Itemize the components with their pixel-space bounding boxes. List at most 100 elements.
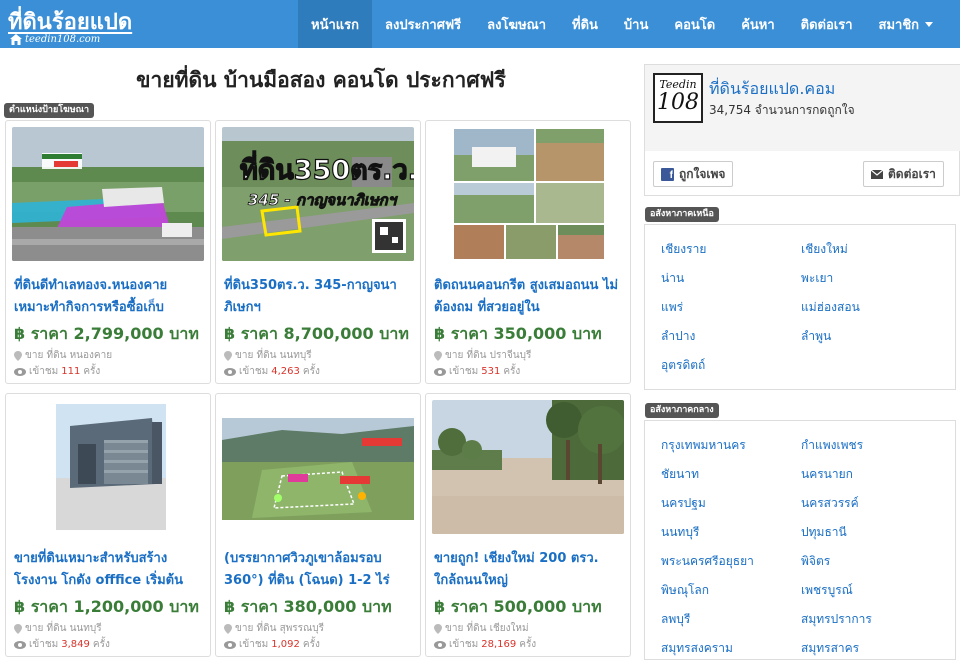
caret-down-icon: [925, 21, 934, 27]
province-link[interactable]: พิจิตร: [801, 547, 941, 576]
province-link[interactable]: เชียงใหม่: [801, 235, 941, 264]
eye-icon: [434, 640, 446, 649]
province-link[interactable]: เพชรบูรณ์: [801, 576, 941, 605]
province-link[interactable]: น่าน: [661, 264, 801, 293]
views-unit: ครั้ง: [302, 639, 320, 650]
listing-location: ขาย ที่ดิน หนองคาย: [14, 348, 112, 363]
listing-photo[interactable]: ที่ดิน350ตร.ว. 345 - กาญจนาภิเษกฯ: [222, 127, 414, 261]
listing-location-text: ขาย ที่ดิน เชียงใหม่: [445, 623, 529, 634]
fb-page-name[interactable]: ที่ดินร้อยแปด.คอม: [709, 77, 835, 102]
listing-card[interactable]: (บรรยากาศวิวภูเขาล้อมรอบ 360°) ที่ดิน (โ…: [215, 393, 421, 657]
views-unit: ครั้ง: [503, 366, 521, 377]
photo-overlay-road: 345 - กาญจนาภิเษกฯ: [248, 191, 398, 209]
listing-title[interactable]: (บรรยากาศวิวภูเขาล้อมรอบ 360°) ที่ดิน (โ…: [224, 548, 414, 592]
nav-home[interactable]: หน้าแรก: [298, 0, 372, 48]
fb-like-label: ถูกใจเพจ: [679, 166, 726, 181]
map-pin-icon: [14, 623, 22, 634]
fb-like-page-button[interactable]: f ถูกใจเพจ: [653, 161, 734, 187]
province-link[interactable]: กำแพงเพชร: [801, 431, 941, 460]
fb-contact-button[interactable]: ติดต่อเรา: [863, 161, 944, 187]
fb-like-count: 34,754 จำนวนการกดถูกใจ: [709, 103, 855, 117]
photo-overlay-big: ที่ดิน350ตร.ว.: [240, 150, 414, 186]
listing-photo[interactable]: [12, 400, 204, 534]
views-label: เข้าชม: [29, 639, 59, 650]
listing-card[interactable]: ขายถูก! เชียงใหม่ 200 ตรว. ใกล้ถนนใหญ่ ฿…: [425, 393, 631, 657]
nav-house[interactable]: บ้าน: [611, 0, 661, 48]
province-link[interactable]: นครสวรรค์: [801, 489, 941, 518]
nav-advertise[interactable]: ลงโฆษณา: [474, 0, 559, 48]
views-label: เข้าชม: [449, 366, 479, 377]
views-label: เข้าชม: [239, 639, 269, 650]
province-link[interactable]: สมุทรสงคราม: [661, 634, 801, 663]
views-unit: ครั้ง: [92, 639, 110, 650]
province-link[interactable]: แม่ฮ่องสอน: [801, 293, 941, 322]
listing-title[interactable]: ขายที่ดินเหมาะสำหรับสร้างโรงงาน โกดัง of…: [14, 548, 204, 592]
north-region-panel: เชียงราย เชียงใหม่ น่าน พะเยา แพร่ แม่ฮ่…: [644, 224, 956, 390]
province-link[interactable]: ชัยนาท: [661, 460, 801, 489]
province-link[interactable]: นครนายก: [801, 460, 941, 489]
map-pin-icon: [434, 623, 442, 634]
province-link[interactable]: สมุทรปราการ: [801, 605, 941, 634]
main-nav: หน้าแรก ลงประกาศฟรี ลงโฆษณา ที่ดิน บ้าน …: [298, 0, 946, 48]
province-link[interactable]: ปทุมธานี: [801, 518, 941, 547]
nav-condo[interactable]: คอนโด: [661, 0, 728, 48]
province-link[interactable]: ลำพูน: [801, 322, 941, 351]
province-link[interactable]: ลพบุรี: [661, 605, 801, 634]
views-count: 1,092: [271, 639, 300, 650]
listing-location: ขาย ที่ดิน สุพรรณบุรี: [224, 621, 324, 636]
top-navbar: ที่ดินร้อยแปด teedin108.com หน้าแรก ลงปร…: [0, 0, 960, 48]
listing-price: ฿ ราคา 500,000 บาท: [434, 597, 602, 616]
province-link[interactable]: กรุงเทพมหานคร: [661, 431, 801, 460]
listing-views: เข้าชม 111 ครั้ง: [14, 364, 100, 379]
listing-photo[interactable]: [222, 400, 414, 534]
fb-page-avatar[interactable]: Teedin 108: [653, 73, 703, 123]
listing-photo[interactable]: [432, 127, 624, 261]
listing-title[interactable]: ที่ดินดีทำเลทองจ.หนองคาย เหมาะทำกิจการหร…: [14, 275, 204, 319]
province-link[interactable]: อุตรดิตถ์: [661, 351, 801, 380]
views-label: เข้าชม: [29, 366, 59, 377]
province-link[interactable]: เชียงราย: [661, 235, 801, 264]
map-pin-icon: [14, 350, 22, 361]
listing-views: เข้าชม 531 ครั้ง: [434, 364, 520, 379]
province-link[interactable]: พิษณุโลก: [661, 576, 801, 605]
central-province-list: กรุงเทพมหานคร กำแพงเพชร ชัยนาท นครนายก น…: [661, 431, 951, 663]
province-link[interactable]: พะเยา: [801, 264, 941, 293]
listing-location-text: ขาย ที่ดิน นนทบุรี: [235, 350, 312, 361]
listing-location: ขาย ที่ดิน เชียงใหม่: [434, 621, 529, 636]
listing-card[interactable]: ที่ดิน350ตร.ว. 345 - กาญจนาภิเษกฯ ที่ดิน…: [215, 120, 421, 384]
nav-search[interactable]: ค้นหา: [728, 0, 787, 48]
fb-contact-label: ติดต่อเรา: [888, 166, 936, 181]
nav-member-label: สมาชิก: [878, 17, 920, 33]
home-icon: [10, 33, 22, 45]
listing-card[interactable]: ขายที่ดินเหมาะสำหรับสร้างโรงงาน โกดัง of…: [5, 393, 211, 657]
listing-price: ฿ ราคา 380,000 บาท: [224, 597, 392, 616]
ad-section-tag: ตำแหน่งป้ายโฆษณา: [4, 103, 95, 118]
listing-card[interactable]: ที่ดินดีทำเลทองจ.หนองคาย เหมาะทำกิจการหร…: [5, 120, 211, 384]
listing-title[interactable]: ขายถูก! เชียงใหม่ 200 ตรว. ใกล้ถนนใหญ่: [434, 548, 624, 592]
central-region-tag: อสังหาภาคกลาง: [645, 403, 719, 418]
listing-price: ฿ ราคา 8,700,000 บาท: [224, 324, 409, 343]
province-link[interactable]: ลำปาง: [661, 322, 801, 351]
province-link[interactable]: นครปฐม: [661, 489, 801, 518]
listing-photo[interactable]: [12, 127, 204, 261]
province-link[interactable]: นนทบุรี: [661, 518, 801, 547]
central-region-panel: กรุงเทพมหานคร กำแพงเพชร ชัยนาท นครนายก น…: [644, 420, 956, 660]
views-unit: ครั้ง: [519, 639, 537, 650]
site-logo[interactable]: ที่ดินร้อยแปด teedin108.com: [8, 4, 138, 46]
listing-card[interactable]: ติดถนนคอนกรีต สูงเสมอถนน ไม่ต้องถม ที่สว…: [425, 120, 631, 384]
nav-contact[interactable]: ติดต่อเรา: [788, 0, 866, 48]
province-link[interactable]: แพร่: [661, 293, 801, 322]
views-label: เข้าชม: [239, 366, 269, 377]
listing-location: ขาย ที่ดิน นนทบุรี: [14, 621, 102, 636]
province-link[interactable]: สมุทรสาคร: [801, 634, 941, 663]
listing-title[interactable]: ติดถนนคอนกรีต สูงเสมอถนน ไม่ต้องถม ที่สว…: [434, 275, 624, 319]
nav-land[interactable]: ที่ดิน: [559, 0, 611, 48]
views-unit: ครั้ง: [302, 366, 320, 377]
nav-member-dropdown[interactable]: สมาชิก: [866, 0, 947, 48]
facebook-page-widget: Teedin 108 ที่ดินร้อยแปด.คอม 34,754 จำนว…: [644, 64, 960, 196]
listing-title[interactable]: ที่ดิน350ตร.ว. 345-กาญจนาภิเษกฯ: [224, 275, 414, 319]
nav-free-post[interactable]: ลงประกาศฟรี: [372, 0, 474, 48]
listing-photo[interactable]: [432, 400, 624, 534]
province-link[interactable]: พระนครศรีอยุธยา: [661, 547, 801, 576]
listing-price: ฿ ราคา 2,799,000 บาท: [14, 324, 199, 343]
